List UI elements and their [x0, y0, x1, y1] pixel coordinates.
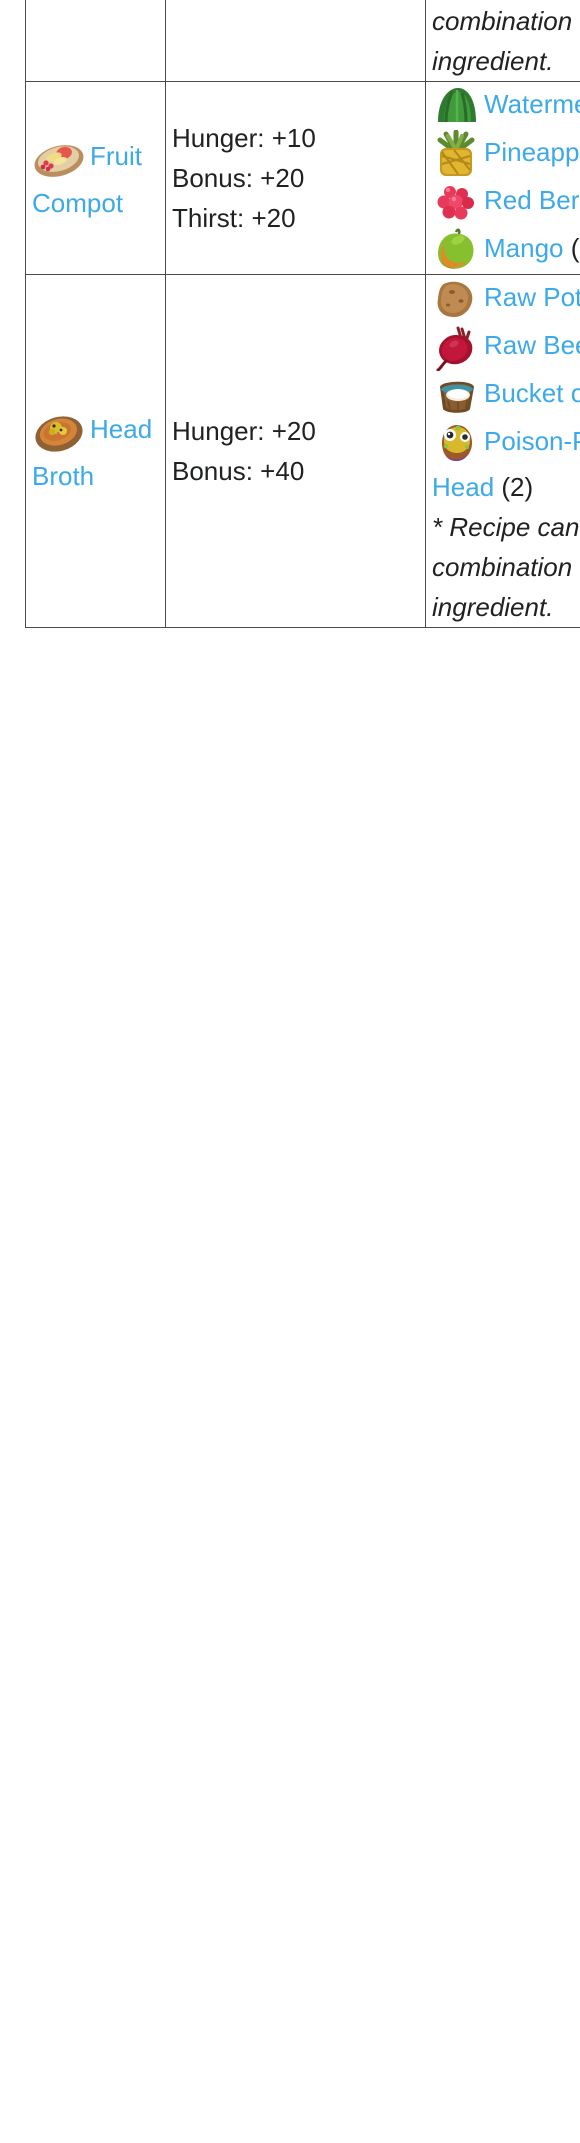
ingredient-link[interactable]: Pineapple [484, 137, 580, 167]
ingredient-qty: (2) [494, 472, 534, 502]
stat-bonus: Bonus: +20 [172, 163, 305, 193]
ingredient-link[interactable]: Bucket of Milk [484, 378, 580, 408]
ingredient-link[interactable]: Red Berries [484, 185, 580, 215]
recipe-footnote: * Recipe can use any combination of eith… [432, 6, 580, 76]
bucket-of-milk-icon [432, 371, 480, 419]
cooking-recipes-table: Simple Fish Stew Hunger: +15 Bonus: +25 … [25, 0, 580, 628]
ingredient-item: Poison-Puffer Head (2) [432, 419, 580, 507]
fruit-compot-icon [32, 133, 86, 183]
recipe-name-cell: Simple Fish Stew [25, 0, 166, 82]
recipe-ingredients-cell: Raw Potato or Raw Beet (1)* Bucket of Mi… [425, 274, 580, 628]
recipe-ingredients-cell: Watermelon (1) Pineapple (1) Red Berries… [425, 81, 580, 275]
ingredient-item: Pineapple (1) [432, 130, 580, 178]
red-berries-icon [432, 178, 480, 226]
ingredient-link[interactable]: Watermelon [484, 89, 580, 119]
raw-potato-icon [432, 275, 480, 323]
ingredient-link[interactable]: Raw Beet [484, 330, 580, 360]
recipe-name-cell: Fruit Compot [25, 81, 166, 275]
ingredient-item: Red Berries (1) [432, 178, 580, 226]
ingredient-item: Mango (1) [432, 226, 580, 274]
head-broth-icon [32, 406, 86, 456]
raw-beet-icon [432, 323, 480, 371]
stat-thirst: Thirst: +20 [172, 203, 296, 233]
recipe-stats-cell: Hunger: +10 Bonus: +20 Thirst: +20 [165, 81, 426, 275]
ingredient-link[interactable]: Mango [484, 233, 564, 263]
recipe-ingredients-cell: Raw Herring or Raw Pomfret (2)* Raw Pota… [425, 0, 580, 82]
stat-hunger: Hunger: +10 [172, 123, 316, 153]
table-scroll-viewport[interactable]: Simple Fish Stew Hunger: +15 Bonus: +25 … [0, 0, 580, 2143]
recipe-stats-cell: Hunger: +20 Bonus: +40 [165, 274, 426, 628]
ingredient-item: Raw Beet (1)* [432, 323, 580, 371]
poison-puffer-head-icon [432, 419, 480, 467]
table-row: Simple Fish Stew Hunger: +15 Bonus: +25 … [25, 0, 580, 82]
stat-hunger: Hunger: +20 [172, 416, 316, 446]
mango-icon [432, 226, 480, 274]
ingredient-item: Raw Potato or [432, 275, 580, 323]
ingredient-link[interactable]: Raw Potato [484, 282, 580, 312]
pineapple-icon [432, 130, 480, 178]
table-row: Fruit Compot Hunger: +10 Bonus: +20 Thir… [25, 81, 580, 275]
recipe-footnote: * Recipe can use any combination of eith… [432, 512, 580, 622]
ingredient-item: Watermelon (1) [432, 82, 580, 130]
recipe-stats-cell: Hunger: +15 Bonus: +25 [165, 0, 426, 82]
ingredient-qty: (1) [570, 232, 580, 263]
watermelon-icon [432, 82, 480, 130]
recipe-name-cell: Head Broth [25, 274, 166, 628]
ingredient-item: Bucket of Milk (1) [432, 371, 580, 419]
table-row: Head Broth Hunger: +20 Bonus: +40 Raw Po… [25, 274, 580, 628]
stat-bonus: Bonus: +40 [172, 456, 305, 486]
